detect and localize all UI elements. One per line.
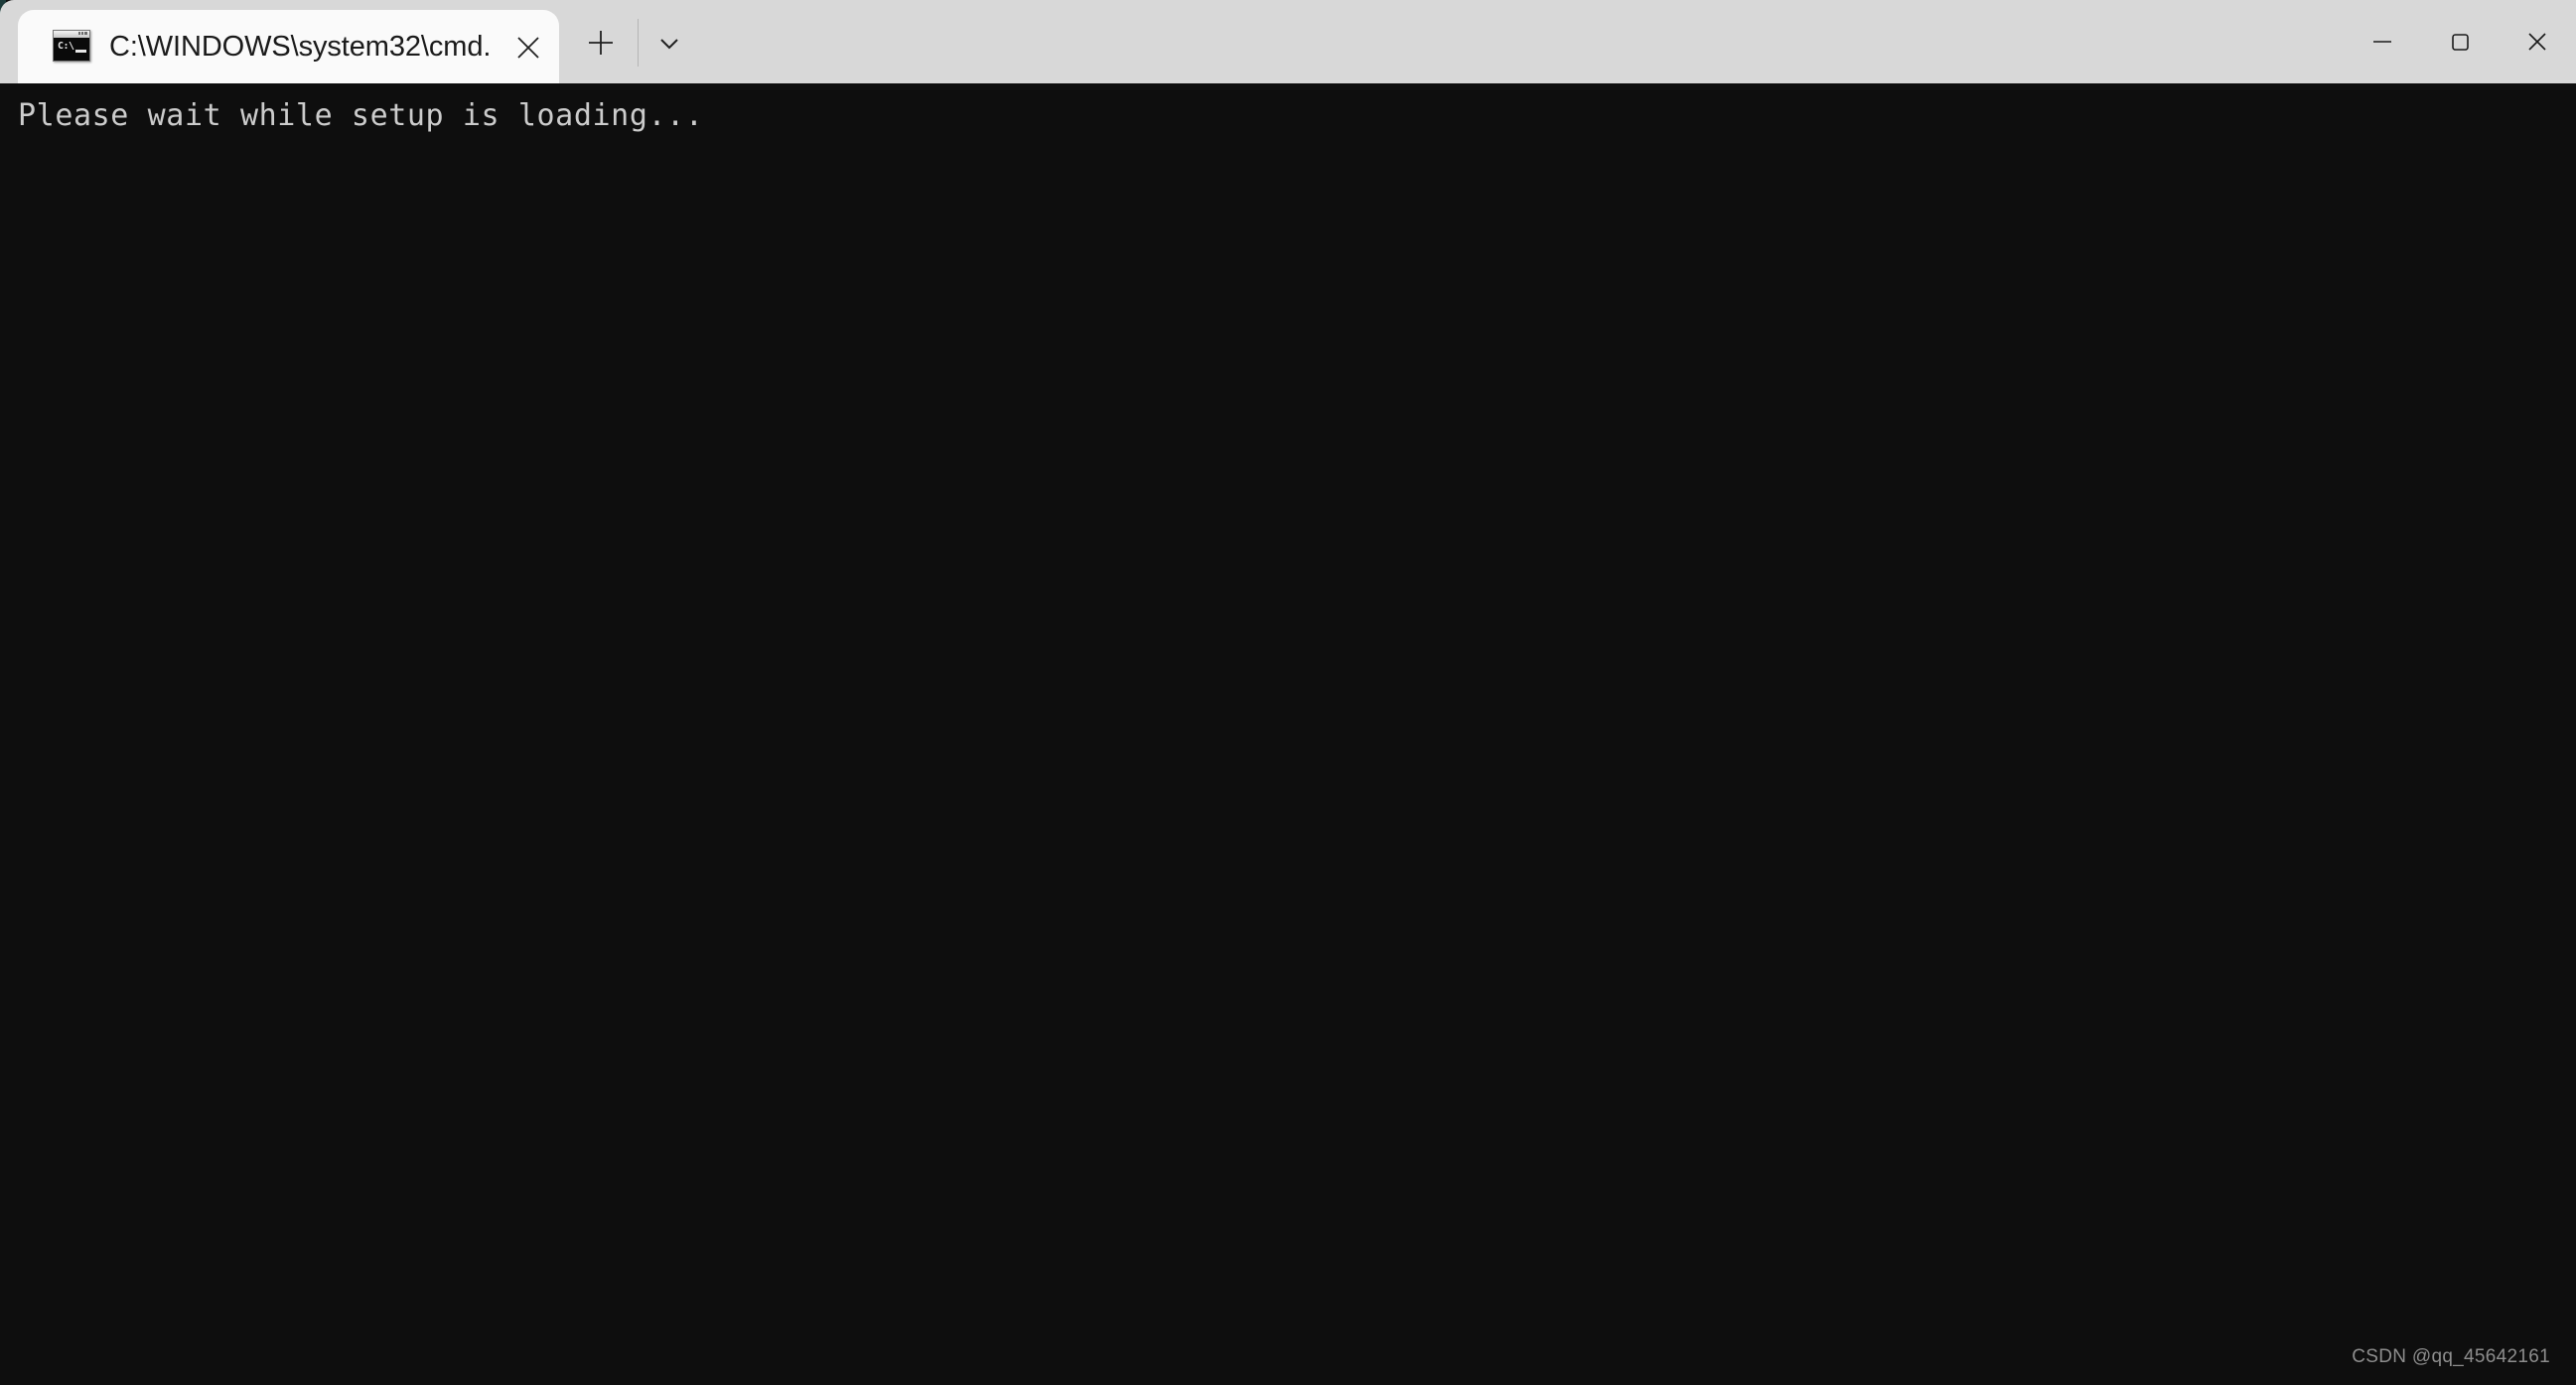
chevron-down-icon [660,39,678,50]
tab-cmd[interactable]: C:\ C:\WINDOWS\system32\cmd. [18,10,559,83]
window-controls [2344,0,2576,83]
cmd-icon-titlebar [54,31,89,38]
minimize-button[interactable] [2344,0,2421,83]
cmd-icon: C:\ [53,30,90,62]
cmd-icon-buttons [78,32,87,35]
tab-dropdown-button[interactable] [645,20,693,66]
watermark-text: CSDN @qq_45642161 [2352,1346,2550,1367]
terminal-content-area[interactable]: Please wait while setup is loading... CS… [0,83,2576,1385]
maximize-button[interactable] [2421,0,2499,83]
windows-terminal-window: C:\ C:\WINDOWS\system32\cmd. Please wait… [0,0,2576,1385]
cmd-icon-prompt-text: C:\ [58,41,74,52]
minimize-icon [2373,41,2391,43]
close-icon [2528,33,2546,51]
toolbar-divider [638,19,639,67]
close-window-button[interactable] [2499,0,2576,83]
plus-icon [589,31,613,55]
close-icon [517,37,539,59]
maximize-icon [2452,34,2469,51]
tab-close-button[interactable] [509,29,547,67]
terminal-output-text: Please wait while setup is loading... [18,98,704,133]
new-tab-button[interactable] [576,20,626,66]
tab-title: C:\WINDOWS\system32\cmd. [109,31,492,63]
title-bar[interactable]: C:\ C:\WINDOWS\system32\cmd. [0,0,2576,83]
cmd-icon-cursor [75,50,86,53]
